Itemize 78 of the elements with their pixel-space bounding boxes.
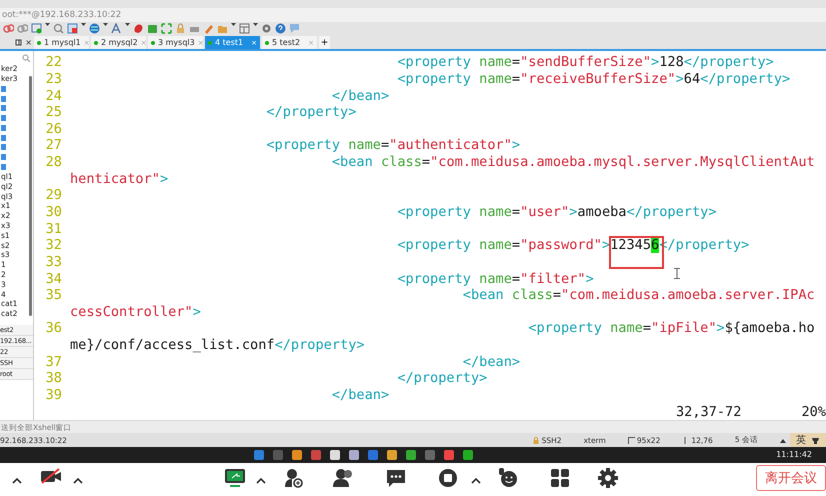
caret-icon[interactable] xyxy=(73,476,83,485)
apps-grid-icon[interactable] xyxy=(550,468,570,488)
taskbar-app-icon[interactable] xyxy=(406,450,416,460)
link-icon[interactable] xyxy=(3,23,14,34)
link-icon[interactable] xyxy=(17,23,28,34)
square-icon[interactable] xyxy=(147,23,158,34)
clock-time: 11:11:42 xyxy=(776,450,812,460)
size-icon xyxy=(628,436,635,444)
cursor-position: 32,37-72 xyxy=(676,404,742,420)
code-line: <property name="authenticator"> xyxy=(265,137,520,154)
line-number: 23 xyxy=(44,70,63,88)
line-number: 39 xyxy=(44,387,63,404)
emoji-icon[interactable] xyxy=(498,468,518,488)
line-number: 22 xyxy=(44,54,63,71)
code-line: <bean class="com.meidusa.amoeba.server.IPAc xyxy=(462,287,815,304)
close-button[interactable]: × xyxy=(25,38,32,48)
help-icon[interactable] xyxy=(275,23,286,34)
new-window-icon[interactable] xyxy=(31,23,42,34)
share-screen-icon[interactable] xyxy=(224,468,246,488)
scroll-percent: 20% xyxy=(801,404,826,420)
line-number: 31 xyxy=(44,220,63,238)
new-tab-button[interactable]: + xyxy=(319,36,330,50)
line-number: 37 xyxy=(44,354,63,370)
paint-drop-icon[interactable] xyxy=(133,23,144,34)
code-line: </bean> xyxy=(330,387,390,404)
code-line: <property name="filter"> xyxy=(396,270,594,288)
chat-icon[interactable] xyxy=(386,468,406,488)
line-number: 34 xyxy=(44,270,63,288)
code-line: <property name="sendBufferSize">128</property> xyxy=(396,54,774,71)
code-line: </property> xyxy=(265,104,356,121)
code-line: <property name="user">amoeba</property> xyxy=(396,204,717,221)
code-line: henticator"> xyxy=(70,170,168,188)
line-number: 28 xyxy=(44,154,63,171)
search-icon[interactable] xyxy=(22,54,30,62)
pin-icon[interactable] xyxy=(15,39,22,46)
taskbar-app-icon[interactable] xyxy=(292,450,302,460)
line-number: 32 xyxy=(44,237,63,254)
taskbar-app-icon[interactable] xyxy=(349,450,359,460)
people-icon[interactable] xyxy=(333,468,355,488)
add-person-icon[interactable] xyxy=(284,468,304,488)
line-number: 36 xyxy=(44,320,63,338)
code-line: cessController"> xyxy=(70,304,201,320)
line-number: 24 xyxy=(44,88,63,104)
code-line: me}/conf/access_list.conf</property> xyxy=(70,337,365,354)
camera-off-icon[interactable] xyxy=(40,468,62,484)
code-line: <property name="receiveBufferSize">64</property> xyxy=(396,70,790,88)
line-number: 26 xyxy=(44,120,63,138)
caret-up-icon[interactable] xyxy=(780,438,786,443)
line-number: 29 xyxy=(44,187,63,204)
scrollbar[interactable] xyxy=(29,76,32,316)
line-number: 33 xyxy=(44,254,63,271)
line-number: 25 xyxy=(44,104,63,121)
font-icon[interactable] xyxy=(111,23,122,34)
address-text: oot:***@192.168.233.10:22 xyxy=(2,10,122,20)
taskbar-app-icon[interactable] xyxy=(330,450,340,460)
pen-icon[interactable] xyxy=(203,23,214,34)
taskbar-app-icon[interactable] xyxy=(463,450,473,460)
leave-meeting-button[interactable]: 离开会议 xyxy=(756,464,826,491)
lock-icon xyxy=(532,436,540,444)
globe-icon[interactable] xyxy=(89,23,100,34)
code-line: <property name="ipFile">${amoeba.ho xyxy=(527,320,815,338)
lock-icon[interactable] xyxy=(175,23,186,34)
caret-icon[interactable] xyxy=(12,476,22,485)
stop-icon[interactable] xyxy=(438,468,458,488)
caret-icon[interactable] xyxy=(471,476,481,485)
caret-icon[interactable] xyxy=(256,476,266,485)
line-number: 30 xyxy=(44,204,63,221)
expand-icon[interactable] xyxy=(161,23,172,34)
code-line: </bean> xyxy=(330,88,390,104)
code-line: </property> xyxy=(396,370,488,388)
code-line: <bean class="com.meidusa.amoeba.mysql.server.MysqlClientAut xyxy=(330,154,815,171)
code-line: </bean> xyxy=(462,354,520,370)
taskbar-app-icon[interactable] xyxy=(387,450,397,460)
line-number: 35 xyxy=(44,287,63,304)
layout-icon[interactable] xyxy=(239,23,250,34)
line-number: 38 xyxy=(44,370,63,388)
text-cursor-icon xyxy=(674,268,680,280)
line-number: 27 xyxy=(44,137,63,154)
